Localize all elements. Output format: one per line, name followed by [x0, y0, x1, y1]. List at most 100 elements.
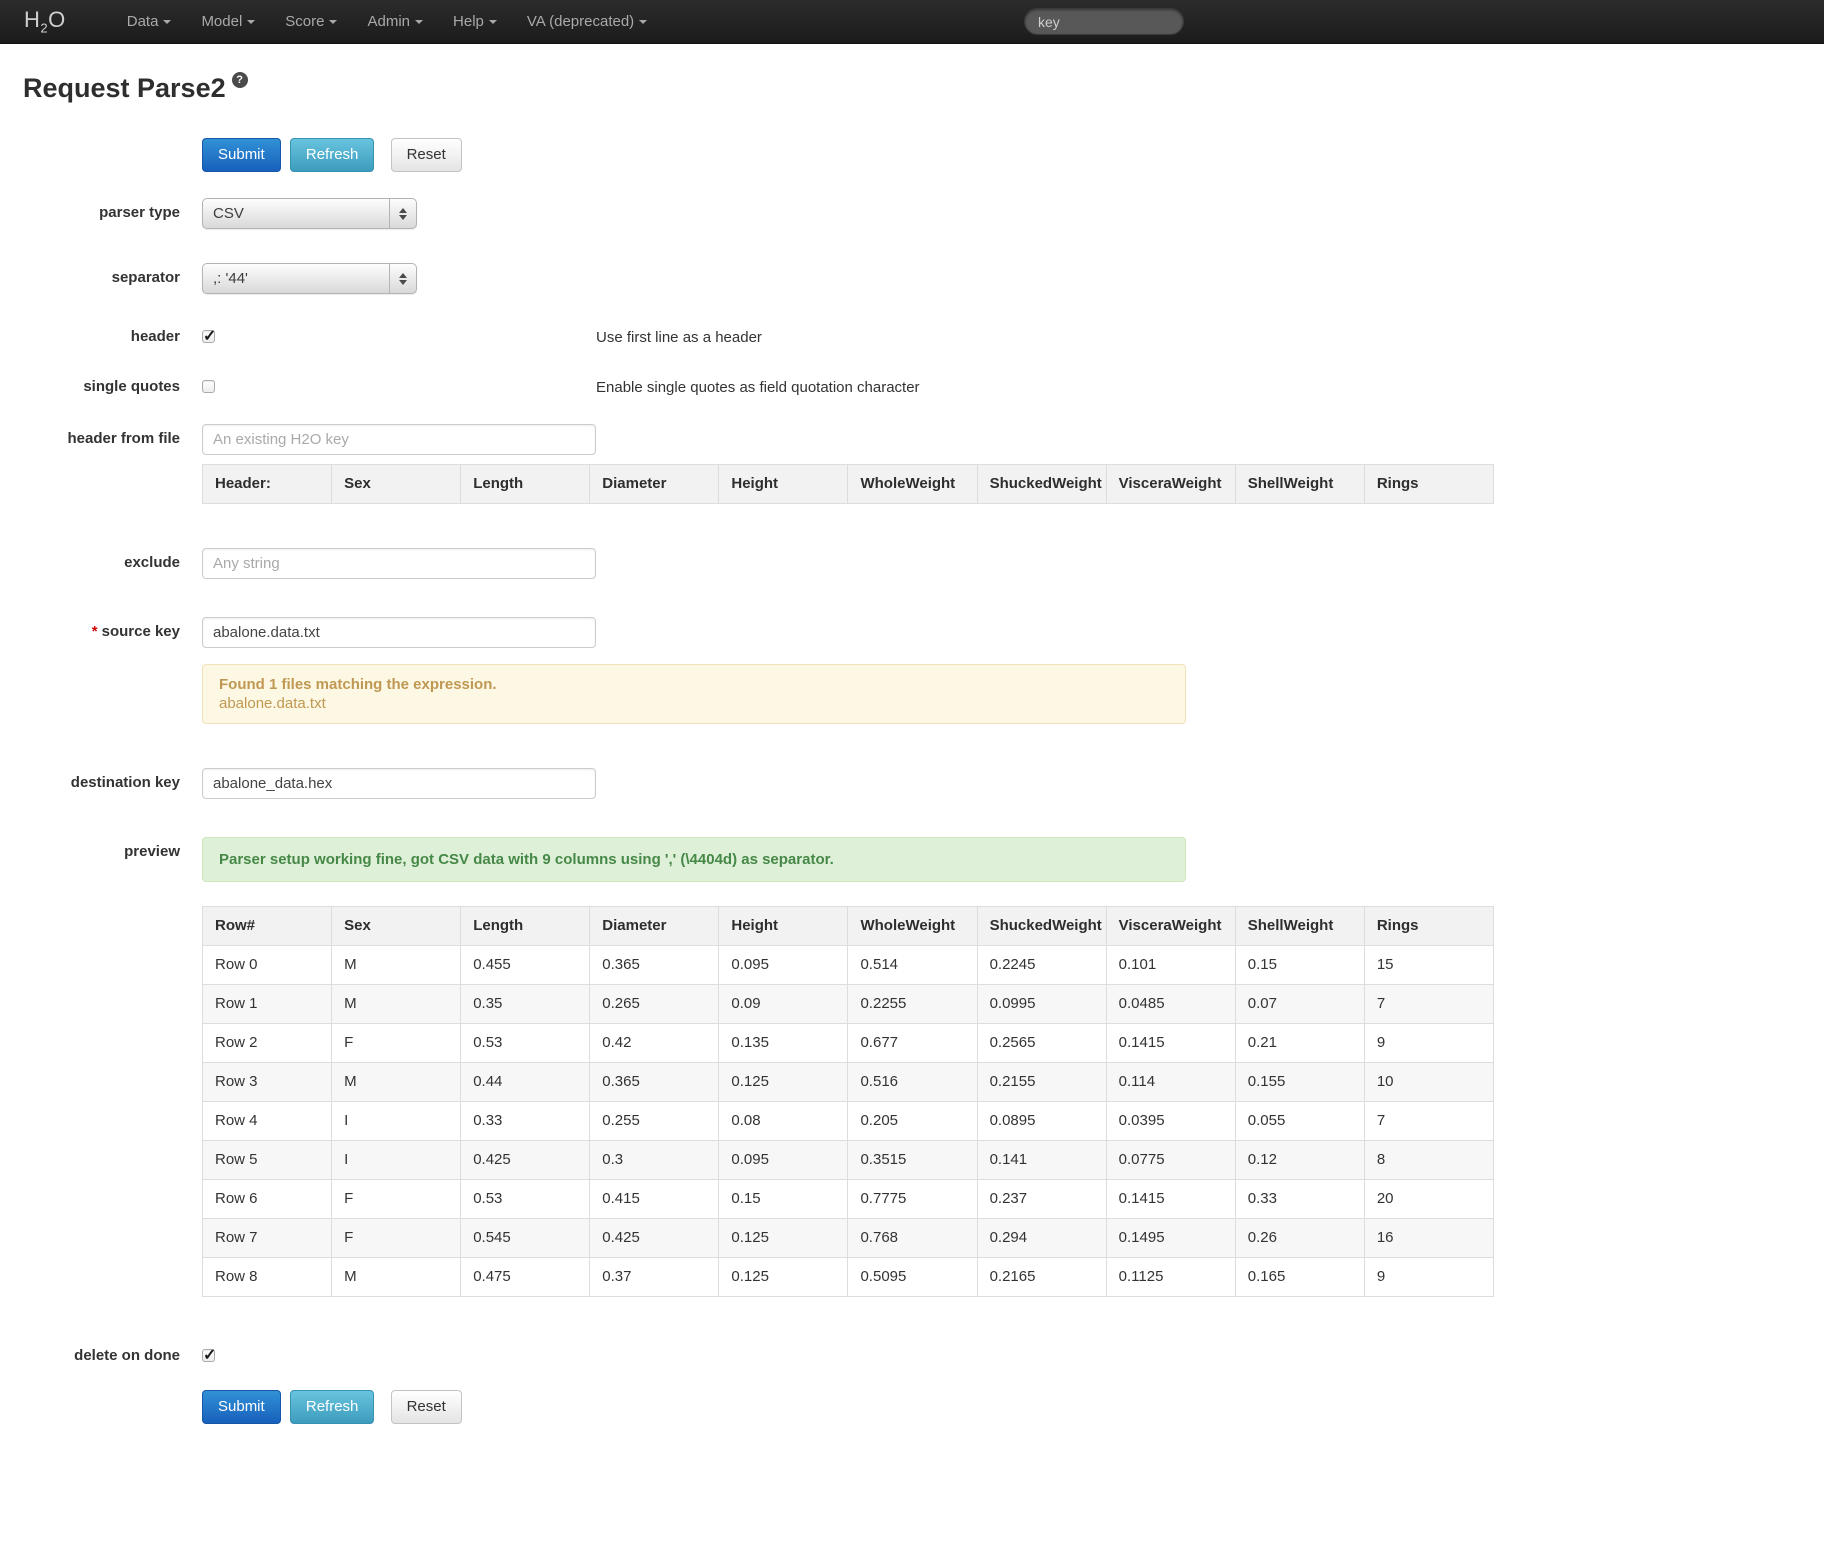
table-row: Row 0M0.4550.3650.0950.5140.22450.1010.1…	[203, 946, 1494, 985]
bottom-button-row: Submit Refresh Reset	[202, 1390, 1824, 1424]
table-row: Row 3M0.440.3650.1250.5160.21550.1140.15…	[203, 1063, 1494, 1102]
table-cell: 0.7775	[848, 1180, 977, 1219]
column-header: Diameter	[590, 907, 719, 946]
table-cell: 0.1125	[1106, 1258, 1235, 1297]
chevron-down-icon	[329, 20, 337, 24]
table-cell: 15	[1364, 946, 1493, 985]
nav-menu-model[interactable]: Model	[186, 0, 270, 44]
table-cell: 0.545	[461, 1219, 590, 1258]
nav-menu-help[interactable]: Help	[438, 0, 512, 44]
table-cell: 0.125	[719, 1258, 848, 1297]
table-cell: 0.677	[848, 1024, 977, 1063]
chevron-down-icon	[489, 20, 497, 24]
parser-type-select[interactable]: CSV	[202, 198, 417, 229]
submit-button[interactable]: Submit	[202, 1390, 281, 1424]
submit-button[interactable]: Submit	[202, 138, 281, 172]
table-cell: 0.08	[719, 1102, 848, 1141]
table-cell: 0.141	[977, 1141, 1106, 1180]
table-cell: M	[332, 985, 461, 1024]
reset-button[interactable]: Reset	[391, 138, 462, 172]
column-header: Length	[461, 465, 590, 504]
nav-menu-admin[interactable]: Admin	[352, 0, 438, 44]
reset-button[interactable]: Reset	[391, 1390, 462, 1424]
separator-value: ,: '44'	[203, 270, 389, 287]
table-cell: 0.125	[719, 1063, 848, 1102]
chevron-down-icon	[163, 20, 171, 24]
top-navbar: H2O Data Model Score Admin Help VA (depr…	[0, 0, 1824, 44]
preview-row: preview Parser setup working fine, got C…	[0, 837, 1824, 1297]
table-cell: 0.3515	[848, 1141, 977, 1180]
top-button-row: Submit Refresh Reset	[202, 138, 1824, 172]
table-row: Row 2F0.530.420.1350.6770.25650.14150.21…	[203, 1024, 1494, 1063]
destination-key-input[interactable]	[202, 768, 596, 799]
h2o-logo[interactable]: H2O	[24, 7, 66, 35]
table-cell: 16	[1364, 1219, 1493, 1258]
separator-select[interactable]: ,: '44'	[202, 263, 417, 294]
nav-menu-data-label: Data	[127, 13, 159, 30]
table-cell: 0.0995	[977, 985, 1106, 1024]
column-header: ShellWeight	[1235, 907, 1364, 946]
refresh-button[interactable]: Refresh	[290, 138, 375, 172]
table-cell: 0.514	[848, 946, 977, 985]
column-header: VisceraWeight	[1106, 907, 1235, 946]
table-cell: 0.26	[1235, 1219, 1364, 1258]
table-cell: 0.055	[1235, 1102, 1364, 1141]
page-title: Request Parse2?	[23, 72, 1824, 104]
chevron-down-icon	[639, 20, 647, 24]
table-cell: 0.0395	[1106, 1102, 1235, 1141]
header-from-file-row: header from file Header:SexLengthDiamete…	[0, 424, 1824, 504]
table-cell: 7	[1364, 985, 1493, 1024]
table-cell: 0.33	[461, 1102, 590, 1141]
select-stepper-icon	[389, 264, 416, 293]
preview-table: Row#SexLengthDiameterHeightWholeWeightSh…	[202, 906, 1494, 1297]
table-cell: 0.0895	[977, 1102, 1106, 1141]
source-key-input[interactable]	[202, 617, 596, 648]
table-cell: 0.5095	[848, 1258, 977, 1297]
column-header: ShellWeight	[1235, 465, 1364, 504]
nav-menu-va-deprecated[interactable]: VA (deprecated)	[512, 0, 662, 44]
table-cell: 0.101	[1106, 946, 1235, 985]
preview-status-alert: Parser setup working fine, got CSV data …	[202, 837, 1186, 882]
table-cell: 0.1415	[1106, 1180, 1235, 1219]
table-cell: 0.3	[590, 1141, 719, 1180]
table-cell: 9	[1364, 1024, 1493, 1063]
required-asterisk: *	[92, 623, 98, 640]
nav-menu-score[interactable]: Score	[270, 0, 352, 44]
column-header: WholeWeight	[848, 907, 977, 946]
source-match-file: abalone.data.txt	[219, 694, 1169, 713]
header-from-file-label: header from file	[0, 424, 180, 449]
table-row: Row 6F0.530.4150.150.77750.2370.14150.33…	[203, 1180, 1494, 1219]
header-from-file-input[interactable]	[202, 424, 596, 455]
destination-key-row: destination key	[0, 768, 1824, 799]
table-cell: I	[332, 1102, 461, 1141]
table-cell: 0.294	[977, 1219, 1106, 1258]
exclude-input[interactable]	[202, 548, 596, 579]
source-match-alert: Found 1 files matching the expression. a…	[202, 664, 1186, 724]
single-quotes-checkbox[interactable]	[202, 380, 215, 393]
table-cell: 0.33	[1235, 1180, 1364, 1219]
help-icon[interactable]: ?	[232, 72, 248, 88]
key-search-input[interactable]	[1024, 8, 1184, 35]
column-header: Row#	[203, 907, 332, 946]
refresh-button[interactable]: Refresh	[290, 1390, 375, 1424]
table-cell: 0.2155	[977, 1063, 1106, 1102]
table-cell: F	[332, 1024, 461, 1063]
header-description: Use first line as a header	[596, 324, 762, 348]
table-cell: 0.365	[590, 1063, 719, 1102]
delete-on-done-checkbox[interactable]	[202, 1349, 215, 1362]
table-row: Row 7F0.5450.4250.1250.7680.2940.14950.2…	[203, 1219, 1494, 1258]
header-checkbox[interactable]	[202, 330, 215, 343]
table-cell: Row 0	[203, 946, 332, 985]
exclude-row: exclude	[0, 548, 1824, 579]
nav-menu-score-label: Score	[285, 13, 324, 30]
column-header: WholeWeight	[848, 465, 977, 504]
table-cell: 0.15	[1235, 946, 1364, 985]
nav-menu-data[interactable]: Data	[112, 0, 187, 44]
table-row: Row 4I0.330.2550.080.2050.08950.03950.05…	[203, 1102, 1494, 1141]
table-cell: 0.165	[1235, 1258, 1364, 1297]
table-cell: 0.35	[461, 985, 590, 1024]
delete-on-done-row: delete on done	[0, 1343, 1824, 1366]
table-cell: 0.425	[461, 1141, 590, 1180]
table-cell: 0.12	[1235, 1141, 1364, 1180]
table-cell: 0.155	[1235, 1063, 1364, 1102]
